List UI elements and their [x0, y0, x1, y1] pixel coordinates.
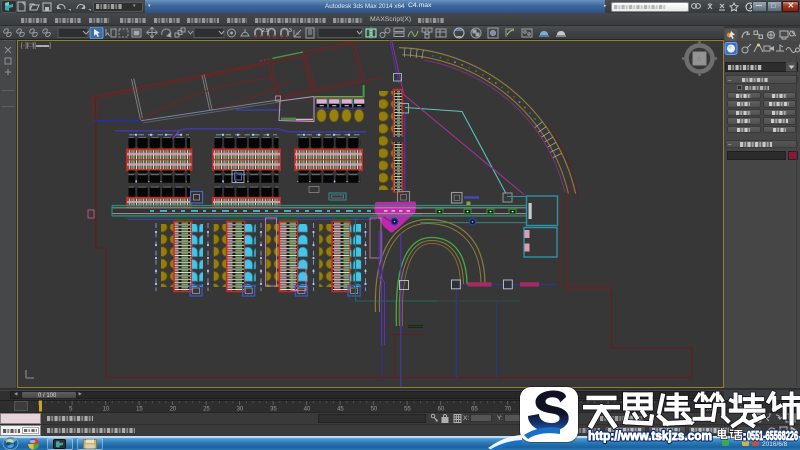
svg-text:%: % — [296, 31, 300, 36]
svg-text:http://www.tskjzs.com: http://www.tskjzs.com — [588, 429, 712, 443]
svg-text:[·][□][▬▬]: [·][□][▬▬] — [21, 42, 51, 49]
svg-text:3: 3 — [289, 28, 292, 34]
svg-text:2.5: 2.5 — [262, 28, 269, 34]
svg-text:⌂: ⌂ — [697, 56, 701, 63]
